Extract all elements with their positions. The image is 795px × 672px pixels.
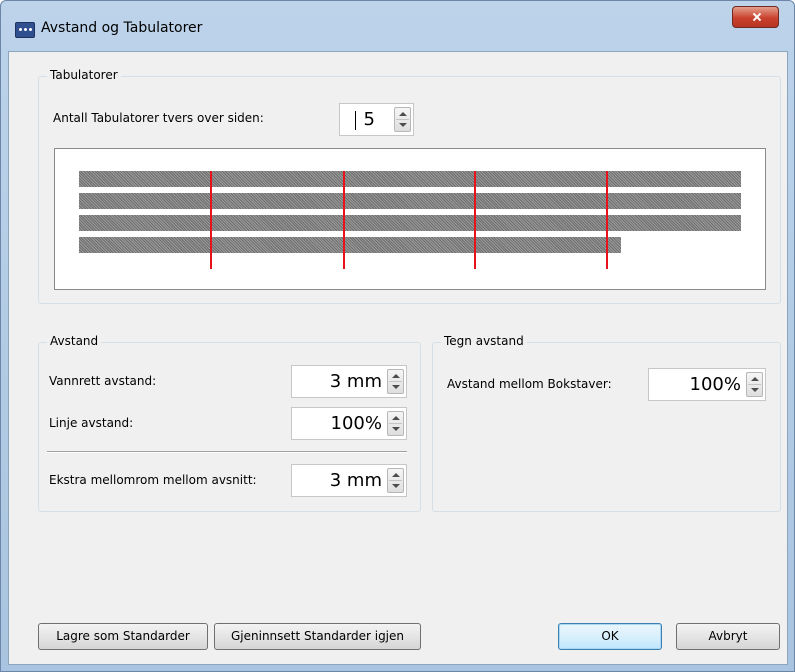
cancel-button[interactable]: Avbryt — [676, 623, 780, 650]
line-spacing-stepper[interactable]: 100% — [291, 407, 407, 440]
tab-stop-marker — [474, 171, 476, 269]
tab-stop-marker — [343, 171, 345, 269]
restore-defaults-button[interactable]: Gjeninnsett Standarder igjen — [214, 623, 421, 650]
window-title: Avstand og Tabulatorer — [41, 20, 203, 36]
spin-down-icon[interactable] — [392, 385, 400, 389]
tab-stop-marker — [210, 171, 212, 269]
tab-count-stepper[interactable]: 5 — [339, 103, 414, 136]
spin-up-icon[interactable] — [392, 416, 400, 420]
spin-down-icon[interactable] — [392, 484, 400, 488]
line-spin-arrows[interactable] — [387, 411, 404, 436]
spin-up-icon[interactable] — [392, 473, 400, 477]
dialog-window: Avstand og Tabulatorer Tabulatorer Antal… — [0, 0, 795, 672]
tab-count-value[interactable]: 5 — [364, 104, 375, 135]
preview-text-line — [79, 193, 741, 209]
save-defaults-button[interactable]: Lagre som Standarder — [38, 623, 208, 650]
close-button[interactable] — [732, 6, 779, 28]
tegn-avstand-legend: Tegn avstand — [441, 334, 527, 348]
letter-spacing-value[interactable]: 100% — [690, 369, 741, 400]
horizontal-spacing-stepper[interactable]: 3 mm — [291, 365, 407, 398]
horizontal-spin-arrows[interactable] — [387, 369, 404, 394]
avstand-separator — [47, 451, 407, 453]
paragraph-spacing-label: Ekstra mellomrom mellom avsnitt: — [49, 473, 257, 487]
spin-up-icon[interactable] — [399, 112, 407, 116]
spin-down-icon[interactable] — [751, 388, 759, 392]
letter-spin-arrows[interactable] — [746, 372, 763, 397]
ok-button[interactable]: OK — [558, 623, 662, 650]
paragraph-spacing-value[interactable]: 3 mm — [330, 465, 382, 496]
horizontal-spacing-value[interactable]: 3 mm — [330, 366, 382, 397]
letter-spacing-stepper[interactable]: 100% — [648, 368, 766, 401]
letter-spacing-label: Avstand mellom Bokstaver: — [447, 377, 612, 391]
tab-preview — [54, 148, 766, 290]
title-bar[interactable]: Avstand og Tabulatorer — [1, 1, 795, 51]
spin-down-icon[interactable] — [399, 123, 407, 127]
app-icon — [15, 22, 35, 38]
paragraph-spin-arrows[interactable] — [387, 468, 404, 493]
spin-up-icon[interactable] — [751, 377, 759, 381]
preview-text-line — [79, 237, 621, 253]
line-spacing-label: Linje avstand: — [49, 416, 134, 430]
tab-count-label: Antall Tabulatorer tvers over siden: — [53, 111, 264, 125]
tab-count-spin-arrows[interactable] — [394, 107, 411, 132]
dialog-body: Tabulatorer Antall Tabulatorer tvers ove… — [8, 51, 788, 665]
text-cursor — [355, 111, 356, 130]
tab-stop-marker — [606, 171, 608, 269]
line-spacing-value[interactable]: 100% — [331, 408, 382, 439]
avstand-legend: Avstand — [47, 334, 102, 348]
preview-text-line — [79, 171, 741, 187]
spin-down-icon[interactable] — [392, 427, 400, 431]
horizontal-spacing-label: Vannrett avstand: — [49, 374, 157, 388]
preview-text-line — [79, 215, 741, 231]
tabulatorer-legend: Tabulatorer — [47, 68, 121, 82]
paragraph-spacing-stepper[interactable]: 3 mm — [291, 464, 407, 497]
spin-up-icon[interactable] — [392, 374, 400, 378]
